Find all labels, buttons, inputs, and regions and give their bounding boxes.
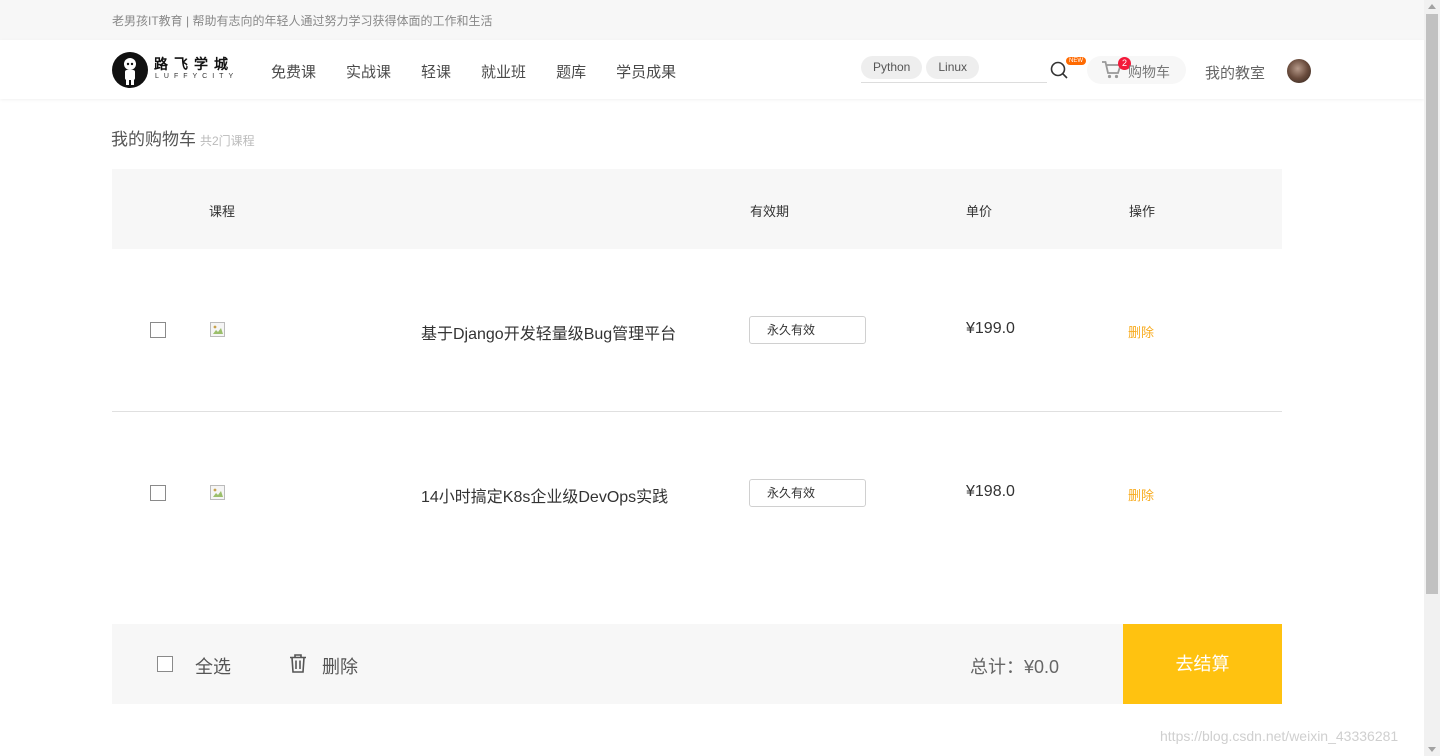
header: 路飞学城 LUFFYCITY 免费课 实战课 轻课 就业班 题库 学员成果 Py… [0, 40, 1424, 99]
course-name[interactable]: 14小时搞定K8s企业级DevOps实践 [421, 483, 668, 507]
validity-select[interactable]: 永久有效 [749, 479, 866, 507]
item-checkbox[interactable] [150, 322, 166, 338]
top-banner: 老男孩IT教育 | 帮助有志向的年轻人通过努力学习获得体面的工作和生活 [0, 0, 1424, 40]
logo-name: 路飞学城 [154, 56, 234, 72]
broken-image-icon [210, 485, 225, 500]
column-header-course: 课程 [209, 204, 236, 219]
validity-select[interactable]: 永久有效 [749, 316, 866, 344]
logo[interactable]: 路飞学城 LUFFYCITY [112, 51, 237, 89]
nav-item-student-results[interactable]: 学员成果 [616, 61, 676, 82]
logo-mark-icon [112, 52, 148, 88]
checkout-button[interactable]: 去结算 [1123, 624, 1282, 704]
watermark: https://blog.csdn.net/weixin_43336281 [1160, 728, 1399, 744]
cart-button[interactable]: 2 购物车 [1087, 56, 1186, 84]
course-count: 共2门课程 [200, 134, 255, 148]
column-header-action: 操作 [1129, 204, 1156, 219]
column-header-validity: 有效期 [750, 204, 790, 219]
delete-item-button[interactable]: 删除 [1128, 322, 1154, 341]
nav-item-free[interactable]: 免费课 [271, 61, 316, 82]
nav-item-light[interactable]: 轻课 [421, 61, 451, 82]
course-price: ¥198.0 [966, 483, 1015, 500]
logo-name-en: LUFFYCITY [155, 73, 239, 80]
nav-item-job-class[interactable]: 就业班 [481, 61, 526, 82]
select-all-checkbox[interactable] [157, 656, 173, 672]
nav-item-practical[interactable]: 实战课 [346, 61, 391, 82]
new-badge: NEW [1066, 57, 1086, 65]
trash-icon[interactable] [289, 654, 307, 673]
cart-row: 14小时搞定K8s企业级DevOps实践 永久有效 ¥198.0 删除 [112, 412, 1282, 575]
bulk-delete-button[interactable]: 删除 [322, 653, 358, 679]
my-classroom-link[interactable]: 我的教室 [1205, 62, 1265, 83]
search-tag-linux[interactable]: Linux [926, 56, 980, 79]
search-tag-python[interactable]: Python [861, 56, 923, 79]
slogan-text: 老男孩IT教育 | 帮助有志向的年轻人通过努力学习获得体面的工作和生活 [112, 14, 493, 28]
select-all-label[interactable]: 全选 [195, 653, 231, 679]
nav-item-question-bank[interactable]: 题库 [556, 61, 586, 82]
broken-image-icon [210, 322, 225, 337]
main-nav: 免费课 实战课 轻课 就业班 题库 学员成果 [271, 61, 706, 82]
search-icon[interactable] [1050, 61, 1068, 79]
table-header: 课程 有效期 单价 操作 [112, 169, 1282, 249]
column-header-price: 单价 [966, 204, 993, 219]
avatar[interactable] [1287, 59, 1311, 83]
course-name[interactable]: 基于Django开发轻量级Bug管理平台 [421, 320, 676, 344]
search-box[interactable]: Python Linux [861, 56, 1047, 83]
cart-total: 总计：¥0.0 [970, 657, 1060, 677]
cart-label: 购物车 [1128, 64, 1170, 80]
scrollbar-thumb[interactable] [1426, 14, 1438, 594]
cart-footer: 全选 删除 总计：¥0.0 去结算 [112, 624, 1282, 704]
scroll-down-icon[interactable] [1428, 747, 1436, 752]
cart-row: 基于Django开发轻量级Bug管理平台 永久有效 ¥199.0 删除 [112, 249, 1282, 412]
course-price: ¥199.0 [966, 320, 1015, 337]
page-title-text: 我的购物车 [111, 130, 196, 149]
scrollbar[interactable] [1424, 0, 1440, 756]
scroll-up-icon[interactable] [1428, 4, 1436, 9]
item-checkbox[interactable] [150, 485, 166, 501]
delete-item-button[interactable]: 删除 [1128, 485, 1154, 504]
page-title: 我的购物车 共2门课程 [111, 125, 255, 150]
